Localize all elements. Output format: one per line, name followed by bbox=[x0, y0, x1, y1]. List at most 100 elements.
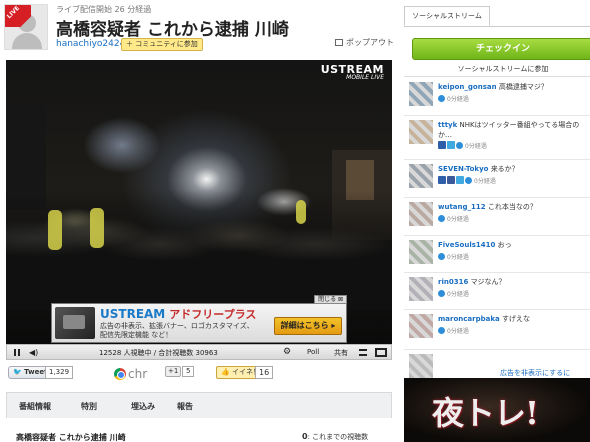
program-title: 高橋容疑者 これから逮捕 川崎 bbox=[16, 433, 126, 442]
ad-banner[interactable]: 閉じる ⊠ USTREAM アドフリープラス 広告の非表示、拡張バナー、ロゴカスタ… bbox=[51, 295, 347, 343]
ad-details-button[interactable]: 詳細はこちら ▸ bbox=[274, 317, 342, 335]
post-username[interactable]: wutang_112 bbox=[438, 203, 486, 211]
sidebar-ad[interactable]: 夜トレ! bbox=[404, 378, 590, 442]
post-message: マジなん？ bbox=[470, 278, 506, 286]
poll-button[interactable]: Poll bbox=[307, 348, 319, 356]
video-scene-figure bbox=[48, 210, 62, 250]
volume-icon[interactable]: ◀) bbox=[29, 348, 38, 357]
clock-icon bbox=[465, 177, 472, 184]
post-username[interactable]: tttyk bbox=[438, 121, 457, 129]
info-tabs: 番組情報 特別 埋込み 報告 bbox=[6, 392, 392, 418]
clock-icon bbox=[438, 327, 445, 334]
social-post[interactable]: tttyk NHKはツイッター番組やってる場合のか… 0分経過 bbox=[404, 116, 590, 160]
clock-icon bbox=[438, 95, 445, 102]
post-message: 高橋逮捕マジ？ bbox=[498, 83, 548, 91]
tab-program-info[interactable]: 番組情報 bbox=[19, 401, 51, 412]
twitter-icon bbox=[456, 176, 464, 184]
post-username[interactable]: SEVEN-Tokyo bbox=[438, 165, 488, 173]
post-message: NHKはツイッター番組やってる場合のか… bbox=[438, 121, 580, 139]
pause-icon[interactable] bbox=[14, 349, 20, 356]
google-plus-count: 5 bbox=[182, 366, 195, 377]
post-avatar[interactable] bbox=[409, 82, 433, 106]
chrome-icon bbox=[114, 368, 126, 380]
avatar-body bbox=[12, 33, 42, 49]
popout-label: ポップアウト bbox=[346, 38, 394, 47]
sidebar-divider bbox=[404, 76, 590, 77]
post-message: 来るか？ bbox=[490, 165, 519, 173]
tab-embed[interactable]: 埋込み bbox=[131, 401, 155, 412]
ustream-page: LIVE ライブ配信開始 26 分経過 高橋容疑者 これから逮捕 川崎 hana… bbox=[0, 0, 590, 442]
post-avatar[interactable] bbox=[409, 120, 433, 144]
live-badge-label: LIVE bbox=[5, 5, 22, 21]
clock-icon bbox=[438, 290, 445, 297]
post-meta: 0分経過 bbox=[438, 214, 469, 223]
share-button[interactable]: 共有 bbox=[334, 348, 348, 358]
post-message: おっ bbox=[497, 241, 512, 249]
social-post[interactable]: maroncarpbaka すげえな 0分経過 bbox=[404, 310, 590, 350]
page-title: 高橋容疑者 これから逮捕 川崎 bbox=[56, 20, 289, 40]
post-text-line: wutang_112 これ本当なの？ bbox=[438, 202, 588, 212]
ad-camera-image bbox=[55, 307, 95, 339]
post-username[interactable]: keipon_gonsan bbox=[438, 83, 497, 91]
video-player[interactable]: USTREAM MOBILE LIVE 閉じる ⊠ USTREAM アドフリープラ… bbox=[6, 60, 392, 344]
gear-icon[interactable]: ⚙ bbox=[283, 347, 291, 357]
tab-social-stream[interactable]: ソーシャルストリーム bbox=[404, 6, 490, 26]
post-avatar[interactable] bbox=[409, 277, 433, 301]
join-community-button[interactable]: ＋ コミュニティに参加 bbox=[121, 38, 203, 51]
tweet-count: 1,329 bbox=[45, 366, 74, 379]
sidebar-ad-text: 夜トレ! bbox=[432, 394, 539, 432]
join-social-stream-link[interactable]: ソーシャルストリームに参加 bbox=[412, 64, 590, 74]
post-text-line: rin0316 マジなん？ bbox=[438, 277, 588, 287]
post-username[interactable]: rin0316 bbox=[438, 278, 468, 286]
player-controls: ◀) 12528 人視聴中 / 合計視聴数 30963 ⚙ Poll 共有 bbox=[6, 344, 392, 360]
social-post[interactable]: keipon_gonsan 高橋逮捕マジ？ 0分経過 bbox=[404, 78, 590, 116]
post-avatar[interactable] bbox=[409, 354, 433, 378]
channel-link[interactable]: hanachiyo2424 bbox=[56, 39, 125, 49]
live-badge: LIVE bbox=[5, 5, 31, 27]
checkin-button[interactable]: チェックイン bbox=[412, 38, 590, 60]
post-text-line: tttyk NHKはツイッター番組やってる場合のか… bbox=[438, 120, 588, 140]
social-post[interactable]: FiveSouls1410 おっ 0分経過 bbox=[404, 236, 590, 273]
total-views: 0: これまでの視聴数 bbox=[302, 432, 368, 442]
post-avatar[interactable] bbox=[409, 164, 433, 188]
post-time: 0分経過 bbox=[465, 143, 487, 150]
fullscreen-icon[interactable] bbox=[375, 348, 387, 357]
ad-title-sub: アドフリープラス bbox=[169, 308, 257, 321]
tab-special[interactable]: 特別 bbox=[81, 401, 97, 412]
post-meta: 0分経過 bbox=[438, 326, 469, 335]
post-time: 0分経過 bbox=[447, 216, 469, 223]
ad-description: 広告の非表示、拡張バナー、ロゴカスタマイズ、配信先限定機能 など！ bbox=[100, 322, 254, 339]
ad-title: USTREAM アドフリープラス bbox=[100, 306, 256, 322]
tab-report[interactable]: 報告 bbox=[177, 401, 193, 412]
twitter-icon bbox=[447, 141, 455, 149]
channel-avatar[interactable]: LIVE bbox=[4, 4, 48, 50]
total-views-label: : これまでの視聴数 bbox=[307, 433, 369, 441]
post-time: 0分経過 bbox=[474, 178, 496, 185]
facebook-icon bbox=[447, 176, 455, 184]
hide-ads-link[interactable]: 広告を非表示にするに bbox=[500, 368, 570, 378]
post-meta: 0分経過 bbox=[438, 289, 469, 298]
post-meta: 0分経過 bbox=[438, 176, 496, 185]
google-plus-button[interactable]: +1 bbox=[165, 366, 182, 377]
social-post[interactable]: SEVEN-Tokyo 来るか？ 0分経過 bbox=[404, 160, 590, 198]
quality-icon[interactable] bbox=[359, 349, 367, 356]
post-meta: 0分経過 bbox=[438, 252, 469, 261]
viewer-count: 12528 人視聴中 / 合計視聴数 30963 bbox=[99, 349, 218, 357]
chrome-promo[interactable]: chr bbox=[114, 367, 147, 381]
post-text-line: maroncarpbaka すげえな bbox=[438, 314, 588, 324]
post-username[interactable]: maroncarpbaka bbox=[438, 315, 500, 323]
post-avatar[interactable] bbox=[409, 314, 433, 338]
clock-icon bbox=[438, 215, 445, 222]
post-username[interactable]: FiveSouls1410 bbox=[438, 241, 495, 249]
popout-button[interactable]: ポップアウト bbox=[335, 37, 394, 48]
video-scene-figure bbox=[90, 208, 104, 248]
ad-close-button[interactable]: 閉じる ⊠ bbox=[314, 295, 347, 304]
social-post[interactable]: rin0316 マジなん？ 0分経過 bbox=[404, 273, 590, 310]
like-count: 16 bbox=[255, 366, 274, 379]
social-post[interactable]: wutang_112 これ本当なの？ 0分経過 bbox=[404, 198, 590, 236]
ad-title-main: USTREAM bbox=[100, 307, 166, 321]
broadcast-status: ライブ配信開始 26 分経過 bbox=[56, 5, 152, 14]
post-avatar[interactable] bbox=[409, 240, 433, 264]
post-avatar[interactable] bbox=[409, 202, 433, 226]
post-time: 0分経過 bbox=[447, 291, 469, 298]
